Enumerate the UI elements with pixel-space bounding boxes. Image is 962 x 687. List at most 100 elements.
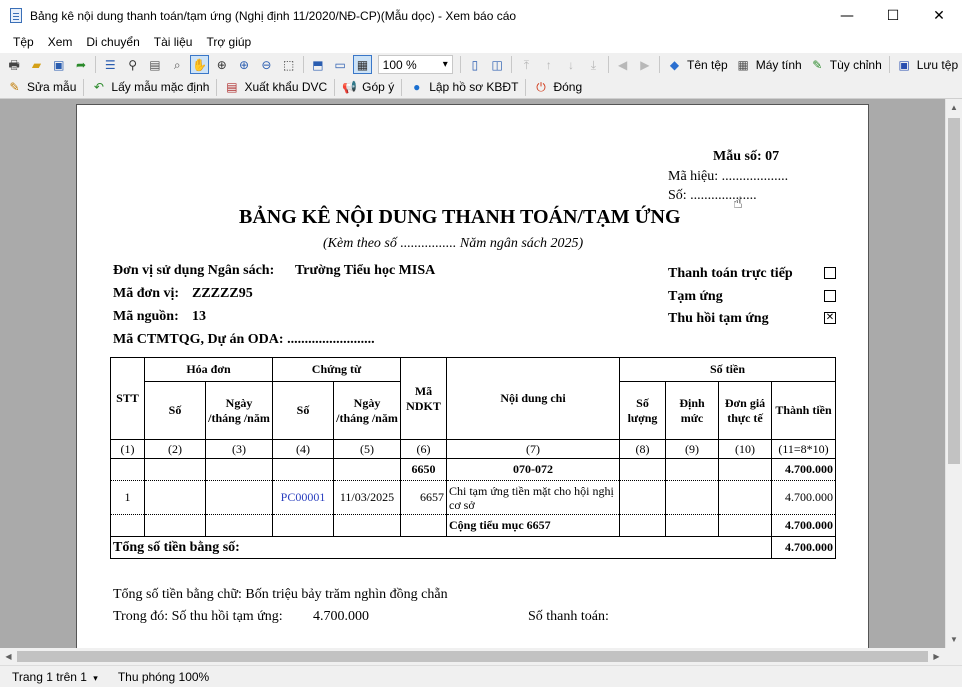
report-page: Mẫu số: 07 Mã hiệu: ................... … — [76, 104, 869, 648]
preview-icon[interactable]: ⌕ — [168, 55, 186, 74]
feedback-button[interactable]: 📢 Góp ý — [340, 78, 394, 97]
filename-label: Tên tệp — [687, 57, 728, 72]
menu-help[interactable]: Trợ giúp — [199, 35, 258, 49]
print-icon[interactable]: 🖶 — [5, 55, 23, 74]
menu-navigate[interactable]: Di chuyển — [79, 35, 146, 49]
vertical-scroll-thumb[interactable] — [948, 118, 960, 464]
index-row: (1) (2) (3) (4) (5) (6) (7) (8) (9) (10)… — [110, 439, 836, 459]
fit-page-icon[interactable]: ⬒ — [309, 55, 327, 74]
single-page-icon[interactable]: ▯ — [466, 55, 484, 74]
index-cell: (3) — [205, 439, 273, 459]
scroll-down-icon[interactable]: ▼ — [946, 631, 962, 648]
customize-label: Tùy chỉnh — [829, 57, 882, 72]
vertical-scrollbar[interactable]: ▲ ▼ — [945, 99, 962, 648]
horizontal-scroll-thumb[interactable] — [17, 651, 928, 662]
horizontal-scrollbar[interactable]: ◀ ▶ — [0, 648, 945, 665]
direct-payment-checkbox — [824, 267, 836, 279]
unit-code-value: ZZZZZ95 — [192, 286, 253, 301]
index-cell: (7) — [446, 439, 620, 459]
report-viewer[interactable]: Mẫu số: 07 Mã hiệu: ................... … — [0, 99, 945, 648]
source-value: 13 — [192, 309, 206, 324]
advance-checkbox — [824, 290, 836, 302]
default-template-label: Lấy mẫu mặc định — [111, 80, 210, 94]
header-norm: Định mức — [665, 381, 719, 440]
index-cell: (6) — [400, 439, 447, 459]
recovery-value: 4.700.000 — [313, 609, 369, 624]
zoom-tool-icon[interactable]: ⊕ — [213, 55, 231, 74]
check-recovery-label: Thu hồi tạm ứng — [668, 311, 769, 326]
index-cell: (8) — [619, 439, 666, 459]
open-folder-icon[interactable]: ▰ — [27, 55, 45, 74]
subtotal-label: Cộng tiểu mục 6657 — [446, 514, 620, 537]
export-icon[interactable]: ➦ — [72, 55, 90, 74]
chevron-down-icon: ▾ — [442, 59, 448, 70]
zoom-in-icon[interactable]: ⊕ — [235, 55, 253, 74]
table-of-contents-icon[interactable]: ☰ — [101, 55, 119, 74]
menu-view[interactable]: Xem — [41, 35, 80, 49]
amount-in-words: Tổng số tiền bằng chữ: Bốn triệu bảy tră… — [113, 587, 448, 602]
power-icon: ⏻ — [536, 80, 546, 94]
zoom-out-icon[interactable]: ⊖ — [257, 55, 275, 74]
export-dvc-button[interactable]: ▤ Xuất khẩu DVC — [222, 78, 327, 97]
find-binoculars-icon[interactable]: ⚲ — [123, 55, 141, 74]
zoom-select[interactable]: 100 % ▾ — [377, 55, 453, 74]
last-page-icon[interactable]: ⤓ — [584, 55, 602, 74]
row-stt: 1 — [110, 480, 145, 515]
scroll-up-icon[interactable]: ▲ — [946, 99, 962, 116]
previous-page-icon[interactable]: ↑ — [540, 55, 558, 74]
save-disk-icon[interactable]: ▣ — [50, 55, 68, 74]
scroll-corner — [945, 648, 962, 665]
menu-document[interactable]: Tài liệu — [147, 35, 200, 49]
scroll-left-icon[interactable]: ◀ — [0, 648, 17, 665]
forward-icon[interactable]: ▶ — [636, 55, 654, 74]
hand-tool-icon[interactable]: ✋ — [190, 55, 209, 74]
first-page-icon[interactable]: ⤒ — [517, 55, 535, 74]
header-amount: Số tiền — [619, 357, 836, 382]
oda-label: Mã CTMTQG, Dự án ODA: ..................… — [113, 332, 375, 347]
filename-button[interactable]: ◆ Tên tệp — [665, 55, 728, 74]
next-page-icon[interactable]: ↓ — [562, 55, 580, 74]
scroll-right-icon[interactable]: ▶ — [928, 648, 945, 665]
header-stt: STT — [110, 357, 145, 440]
toolbar-separator — [216, 78, 218, 96]
actual-size-icon[interactable]: ▦ — [353, 55, 372, 74]
report-app-icon — [8, 7, 24, 24]
payment-label: Số thanh toán: — [528, 609, 609, 624]
multi-page-icon[interactable]: ◫ — [488, 55, 506, 74]
hand-cursor-icon: ☝ — [733, 193, 743, 212]
export-dvc-label: Xuất khẩu DVC — [244, 80, 328, 94]
menu-file[interactable]: Tệp — [6, 35, 41, 49]
edit-template-button[interactable]: ✎ Sửa mẫu — [5, 78, 76, 97]
toolbar-separator — [607, 56, 609, 73]
globe-icon: ● — [413, 80, 421, 94]
unit-label: Đơn vị sử dụng Ngân sách: — [113, 263, 275, 278]
customize-button[interactable]: ✎ Tùy chỉnh — [808, 55, 882, 74]
report-subtitle: (Kèm theo số ................ Năm ngân s… — [323, 236, 584, 251]
maximize-button[interactable]: ☐ — [870, 0, 916, 31]
unit-value: Trường Tiểu học MISA — [295, 263, 436, 278]
default-template-button[interactable]: ↶ Lấy mẫu mặc định — [89, 78, 210, 97]
page-indicator[interactable]: Trang 1 trên 1 ▾ — [12, 670, 98, 684]
save-file-label: Lưu tệp — [916, 57, 959, 72]
calculator-button[interactable]: ▦ Máy tính — [734, 55, 802, 74]
back-icon[interactable]: ◀ — [613, 55, 631, 74]
chevron-down-icon: ▾ — [93, 672, 98, 683]
toolbar-separator — [888, 56, 890, 73]
close-report-button[interactable]: ⏻ Đóng — [531, 78, 582, 97]
save-file-button[interactable]: ▣ Lưu tệp — [895, 55, 959, 74]
check-direct-payment-label: Thanh toán trực tiếp — [668, 266, 793, 281]
zoom-area-icon[interactable]: ⬚ — [280, 55, 298, 74]
minimize-button[interactable]: — — [824, 0, 870, 31]
index-cell: (11=8*10) — [771, 439, 836, 459]
form-number: Mẫu số: 07 — [713, 149, 780, 164]
check-advance-label: Tạm ứng — [668, 289, 723, 304]
recovery-label: Trong đó: Số thu hồi tạm ứng: — [113, 609, 283, 624]
kbdt-button[interactable]: ● Lập hồ sơ KBĐT — [407, 78, 518, 97]
voucher-link[interactable]: PC00001 — [272, 480, 334, 515]
fit-width-icon[interactable]: ▭ — [331, 55, 349, 74]
voucher-date: 11/03/2025 — [333, 480, 401, 515]
undo-arrow-icon: ↶ — [93, 80, 104, 94]
index-cell: (10) — [718, 439, 772, 459]
document-icon[interactable]: ▤ — [146, 55, 164, 74]
close-window-button[interactable]: ✕ — [916, 0, 962, 31]
